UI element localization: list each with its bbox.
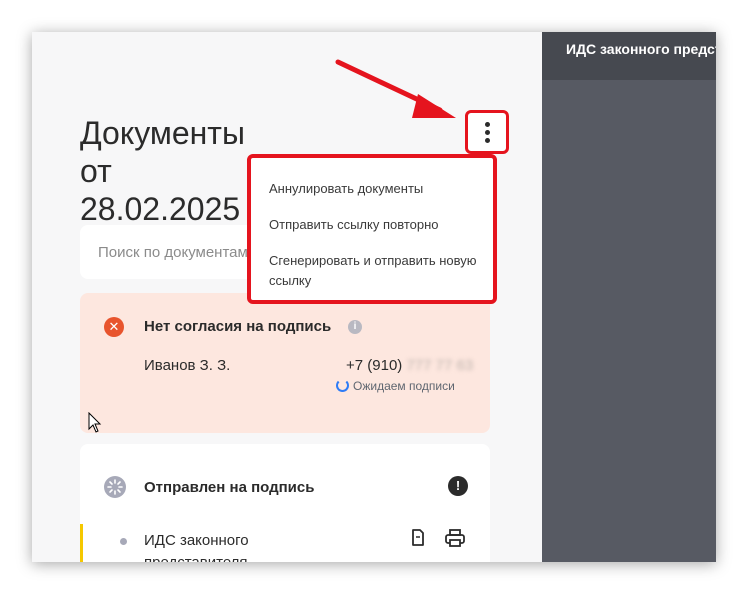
- info-icon[interactable]: i: [348, 320, 362, 334]
- annotation-arrow-icon: [335, 59, 456, 118]
- spinner-icon: [336, 379, 349, 392]
- kebab-dot-icon: [485, 122, 490, 127]
- menu-item-generate-new-link[interactable]: Сгенерировать и отправить новую ссылку: [269, 251, 479, 291]
- options-menu: Аннулировать документы Отправить ссылку …: [247, 154, 497, 304]
- kebab-dot-icon: [485, 138, 490, 143]
- page-title: Документы от 28.02.2025: [80, 115, 245, 227]
- signer-name: Иванов З. З.: [144, 357, 231, 374]
- document-icon[interactable]: [410, 528, 426, 548]
- preview-header-title: ИДС законного представителя: [542, 32, 716, 80]
- no-consent-title: Нет согласия на подпись: [144, 318, 332, 335]
- alert-icon[interactable]: !: [448, 476, 468, 496]
- sent-status-icon: [104, 476, 126, 498]
- status-label: Ожидаем подписи: [353, 379, 455, 393]
- signer-phone: +7 (910) 777 77 63: [346, 357, 473, 374]
- print-icon[interactable]: [444, 528, 466, 548]
- no-consent-card: ✕ Нет согласия на подпись i Иванов З. З.…: [80, 293, 490, 433]
- mouse-cursor-icon: [88, 412, 102, 433]
- app-window: Документы от 28.02.2025 ✕ Нет согласия н…: [32, 32, 716, 562]
- error-icon: ✕: [104, 317, 124, 337]
- list-bullet: [120, 538, 127, 545]
- sent-title: Отправлен на подпись: [144, 479, 315, 496]
- menu-item-resend-link[interactable]: Отправить ссылку повторно: [269, 215, 479, 235]
- status-bar: [80, 524, 83, 562]
- document-preview-panel: ИДС законного представителя: [542, 32, 716, 562]
- status-awaiting: Ожидаем подписи: [336, 379, 455, 393]
- menu-item-cancel-documents[interactable]: Аннулировать документы: [269, 179, 479, 199]
- more-options-button[interactable]: [465, 110, 509, 154]
- sent-card: Отправлен на подпись ! ИДС законного пре…: [80, 444, 490, 562]
- document-name: ИДС законного представителя: [144, 532, 249, 562]
- phone-hidden: 777 77 63: [406, 357, 474, 374]
- phone-prefix: +7 (910): [346, 357, 403, 374]
- documents-panel: Документы от 28.02.2025 ✕ Нет согласия н…: [32, 32, 542, 562]
- kebab-dot-icon: [485, 130, 490, 135]
